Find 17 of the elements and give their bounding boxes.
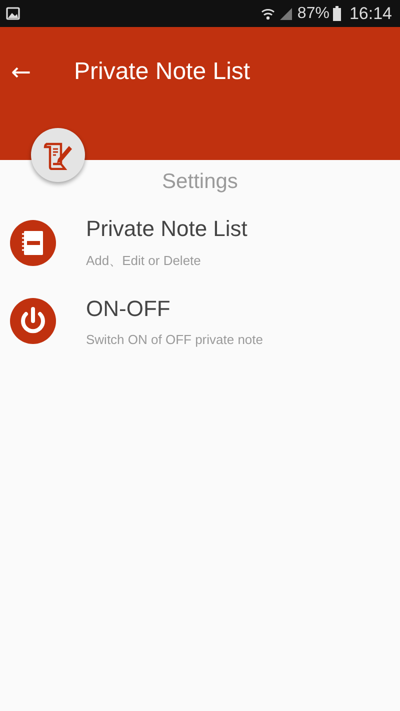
edit-note-button[interactable] — [31, 128, 85, 182]
battery-percentage: 87% — [297, 4, 330, 22]
setting-title[interactable]: Private Note List — [86, 216, 248, 242]
notebook-icon — [10, 220, 56, 266]
scroll-pencil-icon — [43, 140, 73, 170]
power-icon — [10, 298, 56, 344]
back-button[interactable]: ← — [10, 58, 32, 86]
app-bar-title: Private Note List — [74, 58, 250, 86]
clock-time: 16:14 — [349, 4, 392, 24]
setting-description: Switch ON of OFF private note — [86, 332, 264, 346]
battery-icon — [333, 6, 342, 21]
wifi-icon — [261, 6, 276, 20]
setting-description: Add、Edit or Delete — [86, 252, 202, 270]
setting-title[interactable]: ON-OFF — [86, 296, 264, 322]
signal-icon — [279, 6, 294, 20]
section-title: Settings — [161, 170, 239, 195]
image-icon — [6, 7, 20, 20]
